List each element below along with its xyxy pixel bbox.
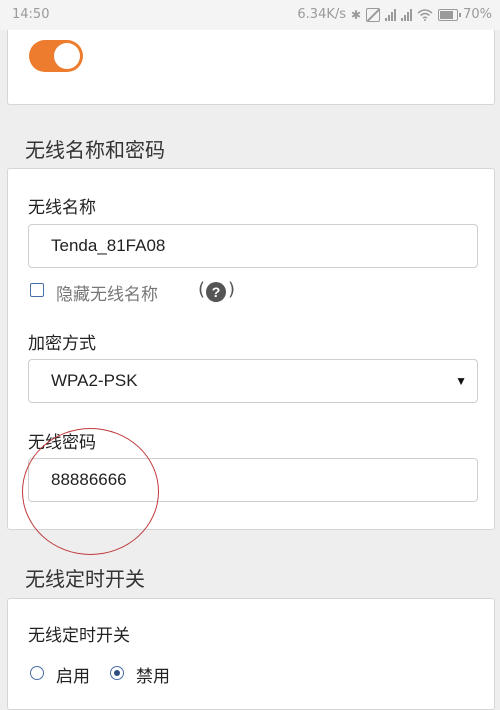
timer-card: 无线定时开关 启用 禁用 bbox=[7, 598, 495, 710]
signal-icon bbox=[385, 8, 397, 21]
radio-disable-label: 禁用 bbox=[136, 667, 170, 687]
dropdown-arrow-icon: ▼ bbox=[455, 374, 467, 388]
signal-icon bbox=[401, 8, 413, 21]
section-title-timer: 无线定时开关 bbox=[25, 567, 145, 591]
mute-icon bbox=[366, 7, 381, 22]
hide-ssid-label: 隐藏无线名称 bbox=[56, 285, 158, 305]
radio-enable-label: 启用 bbox=[56, 667, 90, 687]
password-label: 无线密码 bbox=[28, 433, 96, 453]
status-time: 14:50 bbox=[12, 7, 50, 22]
help-paren-left: ( bbox=[198, 279, 206, 300]
battery-percent: 70% bbox=[463, 7, 492, 22]
ssid-value: Tenda_81FA08 bbox=[51, 236, 166, 255]
hide-ssid-checkbox[interactable] bbox=[30, 283, 44, 297]
status-bar: 14:50 6.34K/s ✱ 70% bbox=[0, 0, 500, 30]
status-icons: 6.34K/s ✱ 70% bbox=[297, 7, 492, 22]
net-speed: 6.34K/s bbox=[297, 7, 347, 22]
wifi-icon bbox=[417, 8, 433, 21]
bluetooth-icon: ✱ bbox=[351, 7, 362, 22]
wireless-toggle-card bbox=[7, 30, 495, 105]
radio-enable[interactable] bbox=[30, 666, 44, 680]
toggle-knob bbox=[54, 43, 80, 69]
ssid-input[interactable]: Tenda_81FA08 bbox=[28, 224, 478, 268]
wireless-toggle[interactable] bbox=[29, 40, 83, 72]
encryption-select[interactable]: WPA2-PSK ▼ bbox=[28, 359, 478, 403]
radio-disable[interactable] bbox=[110, 666, 124, 680]
password-value: 88886666 bbox=[51, 470, 127, 489]
ssid-label: 无线名称 bbox=[28, 198, 96, 218]
help-icon[interactable]: ? bbox=[206, 282, 226, 302]
wireless-settings-card: 无线名称 Tenda_81FA08 隐藏无线名称 ( ? ) 加密方式 WPA2… bbox=[7, 168, 495, 530]
help-paren-right: ) bbox=[228, 279, 236, 300]
section-title-wireless: 无线名称和密码 bbox=[25, 138, 165, 162]
password-input[interactable]: 88886666 bbox=[28, 458, 478, 502]
battery-icon bbox=[438, 8, 462, 21]
timer-label: 无线定时开关 bbox=[28, 626, 130, 646]
encryption-value: WPA2-PSK bbox=[51, 371, 138, 390]
encryption-label: 加密方式 bbox=[28, 334, 96, 354]
